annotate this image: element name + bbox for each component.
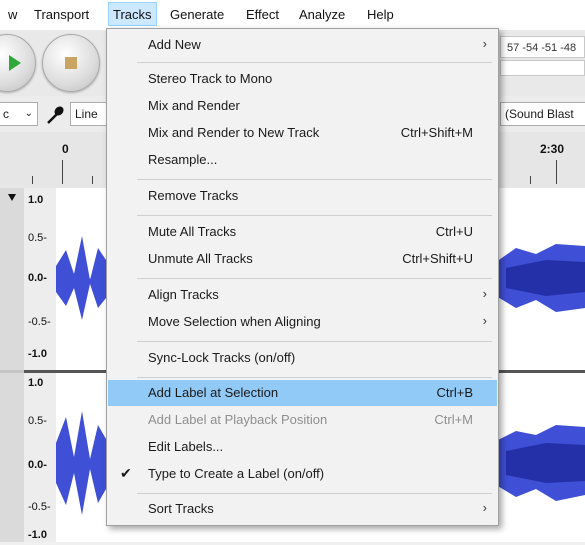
menu-item-label: Align Tracks — [148, 287, 219, 302]
menu-item-label: Mix and Render — [148, 98, 240, 113]
menu-item-shortcut: Ctrl+Shift+M — [400, 125, 473, 140]
scale-label: 1.0 — [28, 194, 44, 206]
menu-separator — [137, 377, 492, 378]
ruler-tick — [62, 160, 63, 184]
play-button[interactable] — [0, 34, 36, 92]
track-control-panel[interactable] — [0, 373, 25, 542]
menu-item-shortcut: Ctrl+U — [435, 224, 473, 239]
menu-help[interactable]: Help — [367, 7, 394, 22]
scale-label: -1.0 — [28, 348, 47, 360]
stop-button[interactable] — [42, 34, 100, 92]
host-select[interactable]: c ⌄ — [0, 102, 38, 126]
menu-item-label: Stereo Track to Mono — [148, 71, 273, 86]
track-control-panel[interactable] — [0, 188, 25, 370]
playback-meter[interactable] — [500, 60, 585, 76]
menu-item-align-tracks[interactable]: Align Tracks › — [108, 282, 497, 308]
menu-analyze[interactable]: Analyze — [299, 7, 345, 22]
ruler-tick — [32, 176, 33, 184]
menu-item-move-selection-aligning[interactable]: Move Selection when Aligning › — [108, 309, 497, 335]
menu-item-label: Type to Create a Label (on/off) — [148, 466, 325, 481]
chevron-down-icon: ⌄ — [24, 108, 33, 119]
menu-separator — [137, 62, 492, 63]
menu-item-shortcut: Ctrl+B — [436, 385, 473, 400]
menu-item-mix-render-new-track[interactable]: Mix and Render to New Track Ctrl+Shift+M — [108, 120, 497, 146]
menu-bar: w Transport Tracks Generate Effect Analy… — [0, 0, 585, 30]
output-device-label: (Sound Blast — [505, 107, 574, 121]
menu-item-mute-all[interactable]: Mute All Tracks Ctrl+U — [108, 219, 497, 245]
menu-item-shortcut: Ctrl+Shift+U — [402, 251, 473, 266]
menu-item-add-new[interactable]: Add New › — [108, 32, 497, 58]
ruler-tick — [92, 176, 93, 184]
menu-item-label: Add Label at Playback Position — [148, 412, 328, 427]
menu-generate[interactable]: Generate — [170, 7, 224, 22]
ruler-tick — [556, 160, 557, 184]
menu-separator — [137, 493, 492, 494]
input-device-label: Line — [75, 107, 98, 121]
menu-item-sync-lock[interactable]: Sync-Lock Tracks (on/off) — [108, 345, 497, 371]
menu-separator — [137, 341, 492, 342]
checkmark-icon: ✔ — [120, 465, 132, 481]
scale-label: 0.0- — [28, 459, 47, 471]
ruler-tick — [530, 176, 531, 184]
menu-item-label: Resample... — [148, 152, 218, 167]
host-label: c — [3, 107, 9, 121]
menu-item-label: Mix and Render to New Track — [148, 125, 320, 140]
track-1-vertical-scale[interactable]: 1.0 0.5- 0.0- -0.5- -1.0 — [24, 188, 56, 370]
menu-item-label: Remove Tracks — [148, 188, 239, 203]
menu-item-add-label-selection[interactable]: Add Label at Selection Ctrl+B — [108, 380, 497, 406]
recording-meter-scale[interactable]: 57 -54 -51 -48 — [500, 36, 585, 58]
input-device-select[interactable]: Line — [70, 102, 110, 126]
play-icon — [9, 55, 21, 71]
menu-item-resample[interactable]: Resample... — [108, 147, 497, 173]
menu-separator — [137, 179, 492, 180]
menu-item-label: Edit Labels... — [148, 439, 224, 454]
scale-label: -0.5- — [28, 316, 51, 328]
scale-label: 0.0- — [28, 272, 47, 284]
stop-icon — [65, 57, 77, 69]
menu-item-label: Sort Tracks — [148, 501, 214, 516]
scale-label: 0.5- — [28, 415, 47, 427]
menu-item-label: Sync-Lock Tracks (on/off) — [148, 350, 296, 365]
menu-item-type-to-create-label[interactable]: ✔ Type to Create a Label (on/off) — [108, 461, 497, 487]
menu-item-mix-and-render[interactable]: Mix and Render — [108, 93, 497, 119]
menu-effect[interactable]: Effect — [246, 7, 279, 22]
submenu-arrow-icon: › — [482, 286, 487, 301]
menu-item-label: Mute All Tracks — [148, 224, 237, 239]
menu-item-remove-tracks[interactable]: Remove Tracks — [108, 183, 497, 209]
track-menu-arrow-icon — [8, 194, 16, 201]
scale-label: -0.5- — [28, 501, 51, 513]
ruler-end-label: 2:30 — [540, 142, 565, 156]
track-2-vertical-scale[interactable]: 1.0 0.5- 0.0- -0.5- -1.0 — [24, 373, 56, 542]
output-device-select[interactable]: (Sound Blast — [500, 102, 585, 126]
tracks-dropdown-menu: Add New › Stereo Track to Mono Mix and R… — [106, 28, 499, 526]
submenu-arrow-icon: › — [482, 36, 487, 51]
menu-tracks[interactable]: Tracks — [108, 2, 157, 26]
menu-item-sort-tracks[interactable]: Sort Tracks › — [108, 496, 497, 522]
menu-transport[interactable]: Transport — [34, 7, 89, 22]
menu-item-unmute-all[interactable]: Unmute All Tracks Ctrl+Shift+U — [108, 246, 497, 272]
ruler-start-label: 0 — [62, 142, 69, 156]
menu-item-label: Add Label at Selection — [148, 385, 279, 400]
menu-separator — [137, 278, 492, 279]
scale-label: 1.0 — [28, 377, 44, 389]
menu-separator — [137, 215, 492, 216]
menu-item-edit-labels[interactable]: Edit Labels... — [108, 434, 497, 460]
scale-label: -1.0 — [28, 529, 47, 541]
menu-view[interactable]: w — [8, 7, 17, 22]
menu-item-label: Add New — [148, 37, 201, 52]
menu-item-shortcut: Ctrl+M — [434, 412, 473, 427]
submenu-arrow-icon: › — [482, 500, 487, 515]
menu-item-label: Move Selection when Aligning — [148, 314, 321, 329]
scale-label: 0.5- — [28, 232, 47, 244]
menu-item-stereo-to-mono[interactable]: Stereo Track to Mono — [108, 66, 497, 92]
submenu-arrow-icon: › — [482, 313, 487, 328]
microphone-icon — [47, 106, 64, 124]
menu-item-label: Unmute All Tracks — [148, 251, 253, 266]
menu-item-add-label-playback: Add Label at Playback Position Ctrl+M — [108, 407, 497, 433]
